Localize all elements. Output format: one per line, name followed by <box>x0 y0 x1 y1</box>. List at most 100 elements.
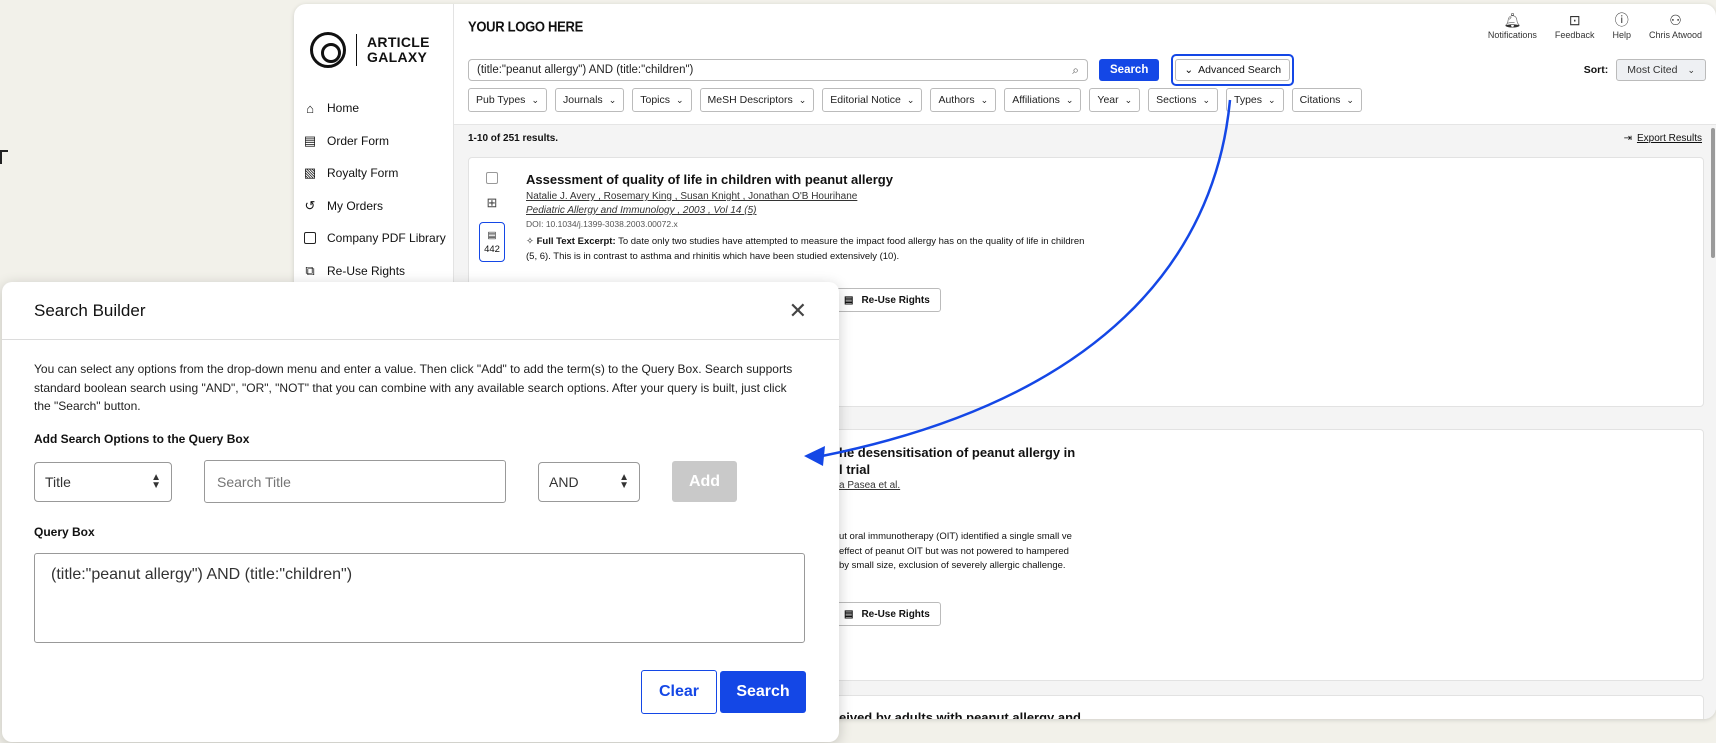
search-row: (title:"peanut allergy") AND (title:"chi… <box>468 54 1706 86</box>
sort-value: Most Cited <box>1627 64 1678 76</box>
search-query-text: (title:"peanut allergy") AND (title:"chi… <box>477 64 694 76</box>
result-title[interactable]: he desensitisation of peanut allergy in … <box>839 444 1075 478</box>
top-bar: YOUR LOGO HERE 🔔︎ Notifications ⊡ Feedba… <box>454 4 1716 48</box>
search-input[interactable]: (title:"peanut allergy") AND (title:"chi… <box>468 59 1088 81</box>
clear-button[interactable]: Clear <box>641 670 717 714</box>
logo-text-line1: ARTICLE <box>367 34 430 50</box>
result-title-line1: he desensitisation of peanut allergy in <box>839 445 1076 460</box>
close-icon[interactable]: ✕ <box>789 299 807 322</box>
user-menu-button[interactable]: ⚇ Chris Atwood <box>1649 13 1702 40</box>
pdf-library-icon <box>303 231 317 245</box>
modal-body: You can select any options from the drop… <box>2 340 839 643</box>
modal-intro-text: You can select any options from the drop… <box>34 362 793 413</box>
field-select[interactable]: Title ▲ ▼ <box>34 461 172 502</box>
history-icon: ↺ <box>304 197 316 213</box>
sidebar-item-order-form[interactable]: ▤ Order Form <box>294 125 453 158</box>
royalty-form-icon: ▧ <box>303 165 317 181</box>
reuse-rights-label: Re-Use Rights <box>861 608 930 620</box>
chevron-down-icon: ⌄ <box>980 94 989 105</box>
reuse-rights-button[interactable]: ▤ Re-Use Rights <box>833 288 941 312</box>
sidebar-item-pdf-library[interactable]: Company PDF Library <box>294 222 453 255</box>
result-authors[interactable]: Natalie J. Avery , Rosemary King , Susan… <box>526 191 1086 202</box>
advanced-search-button[interactable]: ⌄ Advanced Search <box>1175 59 1291 81</box>
result-title[interactable]: eived by adults with peanut allergy and <box>839 710 1081 719</box>
help-button[interactable]: ⓘ Help <box>1612 13 1631 40</box>
filter-label: Year <box>1097 94 1119 106</box>
filter-types[interactable]: Types ⌄ <box>1226 88 1284 112</box>
sort-arrows-icon: ▲ ▼ <box>619 471 629 491</box>
copy-icon: ⧉ <box>305 262 315 278</box>
chevron-down-icon: ⌄ <box>1346 94 1354 105</box>
chevron-down-icon: ⌄ <box>1268 94 1276 105</box>
search-button[interactable]: Search <box>1099 59 1160 81</box>
chevron-down-icon: ⌄ <box>676 94 684 105</box>
filter-mesh-descriptors[interactable]: MeSH Descriptors ⌄ <box>699 88 815 112</box>
sidebar-item-royalty-form[interactable]: ▧ Royalty Form <box>294 157 453 190</box>
filter-label: Topics <box>640 94 670 106</box>
export-results-label[interactable]: Export Results <box>1637 133 1702 144</box>
filter-pub-types[interactable]: Pub Types ⌄ <box>468 88 547 112</box>
modal-search-button[interactable]: Search <box>720 671 806 713</box>
notifications-button[interactable]: 🔔︎ Notifications <box>1488 13 1537 40</box>
filter-affiliations[interactable]: Affiliations ⌄ <box>1004 88 1082 112</box>
export-results-link[interactable]: ⇥ Export Results <box>1624 133 1702 144</box>
scrollbar-thumb[interactable] <box>1711 128 1715 258</box>
reuse-rights-label: Re-Use Rights <box>861 294 930 306</box>
reuse-rights-button[interactable]: ▤ Re-Use Rights <box>833 602 941 626</box>
help-icon: ⓘ <box>1614 11 1629 28</box>
chevron-down-icon: ⌄ <box>1202 94 1210 105</box>
filter-year[interactable]: Year ⌄ <box>1089 88 1141 112</box>
filter-label: MeSH Descriptors <box>707 94 793 106</box>
result-checkbox[interactable] <box>486 172 498 184</box>
search-term-input[interactable] <box>204 460 506 503</box>
filter-label: Affiliations <box>1012 94 1060 106</box>
excerpt-label: Full Text Excerpt: <box>536 236 616 247</box>
results-count: 1-10 of 251 results. <box>468 132 559 144</box>
chevron-down-icon: ⌄ <box>531 94 539 105</box>
sort-label: Sort: <box>1583 64 1609 76</box>
result-body: Assessment of quality of life in childre… <box>526 172 1086 264</box>
operator-select-value: AND <box>549 473 579 490</box>
sidebar-item-home[interactable]: ⌂ Home <box>294 92 453 125</box>
query-box-label: Query Box <box>34 524 95 539</box>
result-journal[interactable]: Pediatric Allergy and Immunology , 2003 … <box>526 205 1086 216</box>
bookmark-add-icon[interactable]: ⊞ <box>487 195 498 211</box>
sidebar-item-label: Royalty Form <box>327 166 399 181</box>
result-title-line2: l trial <box>839 462 871 477</box>
modal-actions: Clear Search <box>641 670 806 714</box>
operator-select[interactable]: AND ▲ ▼ <box>538 461 640 502</box>
result-title[interactable]: Assessment of quality of life in childre… <box>526 172 1086 187</box>
sort-select[interactable]: Most Cited ⌄ <box>1616 59 1706 81</box>
add-button[interactable]: Add <box>672 461 737 502</box>
filter-authors[interactable]: Authors ⌄ <box>930 88 997 112</box>
result-excerpt: ut oral immunotherapy (OIT) identified a… <box>839 531 1072 571</box>
filter-bar: Pub Types ⌄ Journals ⌄ Topics ⌄ MeSH Descri… <box>468 88 1362 112</box>
filter-topics[interactable]: Topics ⌄ <box>632 88 692 112</box>
logo-icon <box>310 32 346 68</box>
results-header: 1-10 of 251 results. ⇥ Export Results <box>454 125 1716 151</box>
result-authors[interactable]: a Pasea et al. <box>839 480 900 491</box>
user-name: Chris Atwood <box>1648 29 1702 40</box>
filter-editorial-notice[interactable]: Editorial Notice ⌄ <box>822 88 923 112</box>
results-scrollbar[interactable] <box>1710 128 1716 268</box>
home-icon: ⌂ <box>306 100 314 116</box>
search-icon[interactable]: ⌕ <box>1072 63 1079 78</box>
sort-arrows-icon: ▲ ▼ <box>151 471 161 491</box>
brand-logo-text: YOUR LOGO HERE <box>468 17 583 35</box>
export-icon: ⇥ <box>1623 132 1632 144</box>
filter-sections[interactable]: Sections ⌄ <box>1148 88 1218 112</box>
feedback-button[interactable]: ⊡ Feedback <box>1555 13 1595 40</box>
sort-control: Sort: Most Cited ⌄ <box>1584 59 1706 81</box>
filter-journals[interactable]: Journals ⌄ <box>554 88 625 112</box>
modal-title: Search Builder <box>34 300 146 320</box>
document-icon: ▤ <box>844 608 854 620</box>
citation-count-badge[interactable]: ▤ 442 <box>479 222 505 262</box>
filter-citations[interactable]: Citations ⌄ <box>1291 88 1362 112</box>
app-logo[interactable]: ARTICLE GALAXY <box>294 4 453 74</box>
sidebar-item-my-orders[interactable]: ↺ My Orders <box>294 190 453 223</box>
logo-divider <box>356 34 357 66</box>
query-box-textarea[interactable]: (title:"peanut allergy") AND (title:"chi… <box>34 552 805 643</box>
result-tools: ⊞ ▤ 442 <box>479 172 505 262</box>
chevron-down-icon: ⌄ <box>906 94 915 105</box>
sidebar-item-label: Order Form <box>327 133 390 148</box>
